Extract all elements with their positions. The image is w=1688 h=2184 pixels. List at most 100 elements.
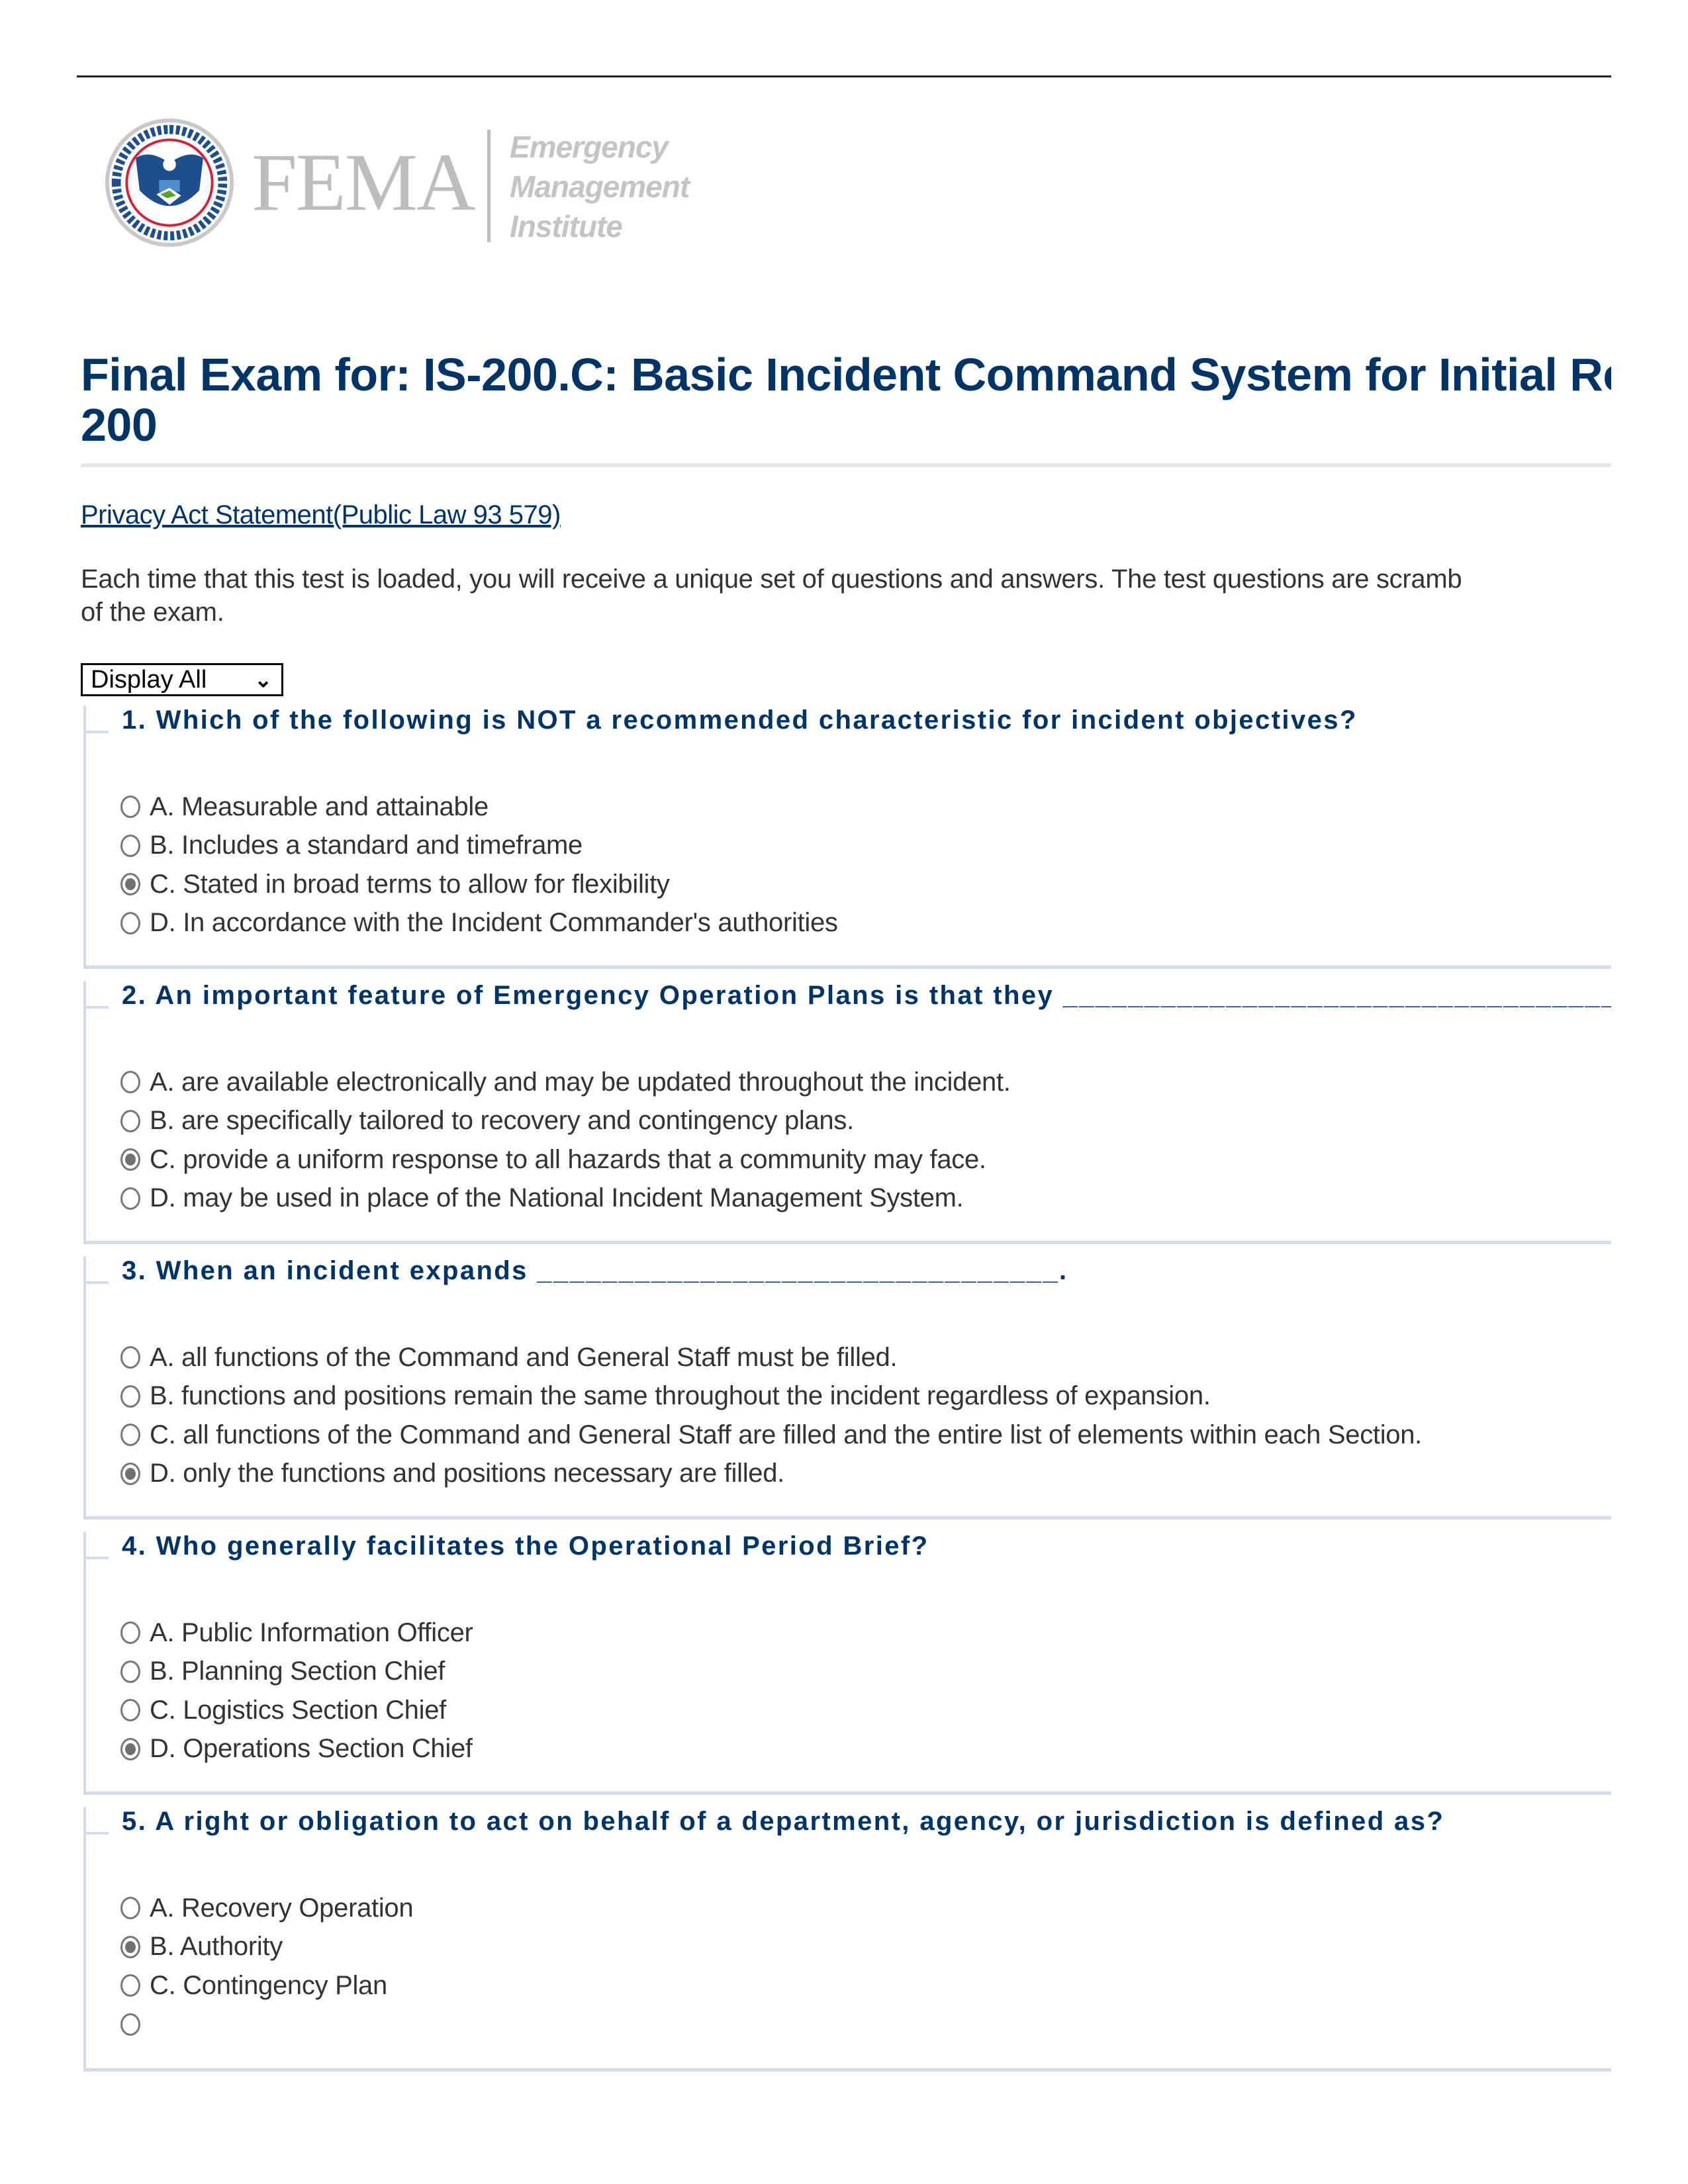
- answer-option[interactable]: B. functions and positions remain the sa…: [120, 1377, 1422, 1416]
- answer-label: D. may be used in place of the National …: [150, 1183, 964, 1213]
- answer-label: C. provide a uniform response to all haz…: [150, 1144, 986, 1174]
- radio-unchecked-icon[interactable]: [120, 1699, 140, 1722]
- answer-option[interactable]: A. Public Information Officer: [120, 1614, 473, 1653]
- radio-unchecked-icon[interactable]: [120, 834, 140, 857]
- radio-unchecked-icon[interactable]: [120, 1071, 140, 1094]
- emi-line: Emergency: [510, 130, 669, 164]
- answer-option[interactable]: D. only the functions and positions nece…: [120, 1455, 1422, 1494]
- question-fieldset: 3. When an incident expands ____________…: [83, 1256, 1611, 1520]
- radio-unchecked-icon[interactable]: [120, 2013, 140, 2036]
- answer-label: A. are available electronically and may …: [150, 1067, 1011, 1097]
- answer-options: A. Measurable and attainable B. Includes …: [120, 788, 838, 942]
- answer-label: C. Contingency Plan: [150, 1970, 387, 2000]
- emi-line: Management: [510, 169, 690, 204]
- radio-unchecked-icon[interactable]: [120, 1187, 140, 1210]
- fieldset-border: [83, 1006, 109, 1009]
- answer-option[interactable]: C. Stated in broad terms to allow for fl…: [120, 865, 838, 904]
- privacy-act-link[interactable]: Privacy Act Statement(Public Law 93 579): [81, 500, 561, 530]
- answer-option[interactable]: B. Planning Section Chief: [120, 1653, 473, 1692]
- radio-unchecked-icon[interactable]: [120, 1974, 140, 1997]
- question-fieldset: 4. Who generally facilitates the Operati…: [83, 1531, 1611, 1795]
- answer-label: A. all functions of the Command and Gene…: [150, 1342, 898, 1372]
- fieldset-border: [83, 1832, 109, 1835]
- question-fieldset: 2. An important feature of Emergency Ope…: [83, 981, 1611, 1244]
- fieldset-border: [83, 1557, 109, 1559]
- answer-option[interactable]: B. Authority: [120, 1928, 413, 1967]
- page-title: Final Exam for: IS-200.C: Basic Incident…: [81, 349, 1611, 450]
- title-divider: [81, 463, 1611, 467]
- answer-option[interactable]: B. Includes a standard and timeframe: [120, 827, 838, 866]
- answer-label: B. are specifically tailored to recovery…: [150, 1106, 854, 1136]
- answer-option[interactable]: A. Measurable and attainable: [120, 788, 838, 827]
- exam-instructions: Each time that this test is loaded, you …: [81, 563, 1611, 629]
- answer-option[interactable]: C. provide a uniform response to all haz…: [120, 1140, 1011, 1179]
- dhs-seal-icon: [105, 118, 234, 248]
- fieldset-border: [83, 731, 109, 733]
- answer-option[interactable]: C. Logistics Section Chief: [120, 1691, 473, 1730]
- page-title-line1: Final Exam for: IS-200.C: Basic Incident…: [81, 349, 1611, 400]
- answer-label: A. Measurable and attainable: [150, 792, 489, 821]
- radio-unchecked-icon[interactable]: [120, 911, 140, 934]
- question-fieldset: 5. A right or obligation to act on behal…: [83, 1807, 1611, 2071]
- radio-checked-icon[interactable]: [120, 1148, 140, 1171]
- display-mode-select[interactable]: Display All ⌄: [81, 663, 283, 696]
- question-text: 2. An important feature of Emergency Ope…: [122, 981, 1611, 1010]
- emi-wordmark: Emergency Management Institute: [510, 127, 690, 246]
- answer-label: B. Includes a standard and timeframe: [150, 831, 583, 860]
- top-divider: [77, 75, 1611, 77]
- answer-label: B. Authority: [150, 1932, 283, 1962]
- answer-label: D. only the functions and positions nece…: [150, 1459, 784, 1488]
- radio-unchecked-icon[interactable]: [120, 1897, 140, 1920]
- emi-line: Institute: [510, 209, 623, 244]
- radio-unchecked-icon[interactable]: [120, 1660, 140, 1683]
- radio-unchecked-icon[interactable]: [120, 1346, 140, 1369]
- answer-options: A. Recovery Operation B. Authority C. Cont…: [120, 1889, 414, 2044]
- answer-label: D. Operations Section Chief: [150, 1734, 473, 1764]
- answer-label: B. functions and positions remain the sa…: [150, 1381, 1211, 1411]
- answer-label: A. Public Information Officer: [150, 1617, 473, 1647]
- answer-label: A. Recovery Operation: [150, 1893, 414, 1923]
- answer-label: C. Stated in broad terms to allow for fl…: [150, 869, 670, 899]
- logo-divider: [487, 130, 491, 242]
- answer-option[interactable]: A. Recovery Operation: [120, 1889, 414, 1928]
- chevron-down-icon: ⌄: [254, 668, 272, 692]
- radio-unchecked-icon[interactable]: [120, 1109, 140, 1132]
- instructions-line1: Each time that this test is loaded, you …: [81, 565, 1462, 594]
- answer-option[interactable]: A. all functions of the Command and Gene…: [120, 1338, 1422, 1377]
- question-text: 1. Which of the following is NOT a recom…: [122, 705, 1358, 735]
- fieldset-border: [83, 1281, 109, 1284]
- radio-checked-icon[interactable]: [120, 1737, 140, 1760]
- answer-option[interactable]: A. are available electronically and may …: [120, 1063, 1011, 1102]
- radio-checked-icon[interactable]: [120, 1462, 140, 1485]
- answer-options: A. all functions of the Command and Gene…: [120, 1338, 1422, 1493]
- fema-wordmark: FEMA: [252, 137, 476, 228]
- answer-label: C. Logistics Section Chief: [150, 1695, 446, 1725]
- question-fieldset: 1. Which of the following is NOT a recom…: [83, 705, 1611, 969]
- page-title-line2: 200: [81, 399, 158, 451]
- answer-options: A. Public Information Officer B. Planning…: [120, 1614, 473, 1768]
- answer-label: D. In accordance with the Incident Comma…: [150, 908, 838, 938]
- answer-option[interactable]: D. Operations Section Chief: [120, 1730, 473, 1769]
- answer-option[interactable]: [120, 2005, 413, 2044]
- answer-option[interactable]: D. may be used in place of the National …: [120, 1179, 1011, 1218]
- radio-checked-icon[interactable]: [120, 1935, 140, 1958]
- radio-unchecked-icon[interactable]: [120, 1424, 140, 1447]
- instructions-line2: of the exam.: [81, 598, 224, 627]
- radio-checked-icon[interactable]: [120, 873, 140, 896]
- display-mode-value: Display All: [91, 666, 207, 694]
- question-text: 3. When an incident expands ____________…: [122, 1256, 1068, 1285]
- radio-unchecked-icon[interactable]: [120, 1385, 140, 1408]
- answer-label: C. all functions of the Command and Gene…: [150, 1420, 1422, 1449]
- answer-option[interactable]: B. are specifically tailored to recovery…: [120, 1102, 1011, 1141]
- answer-options: A. are available electronically and may …: [120, 1063, 1011, 1218]
- fema-emi-logo: FEMA Emergency Management Institute: [105, 118, 767, 257]
- answer-option[interactable]: D. In accordance with the Incident Comma…: [120, 904, 838, 943]
- answer-option[interactable]: C. Contingency Plan: [120, 1966, 413, 2005]
- answer-label: B. Planning Section Chief: [150, 1657, 445, 1686]
- question-text: 5. A right or obligation to act on behal…: [122, 1807, 1445, 1836]
- radio-unchecked-icon[interactable]: [120, 1621, 140, 1645]
- answer-option[interactable]: C. all functions of the Command and Gene…: [120, 1416, 1422, 1455]
- question-text: 4. Who generally facilitates the Operati…: [122, 1531, 929, 1561]
- page-viewport: FEMA Emergency Management Institute Fina…: [0, 0, 1611, 2184]
- radio-unchecked-icon[interactable]: [120, 796, 140, 819]
